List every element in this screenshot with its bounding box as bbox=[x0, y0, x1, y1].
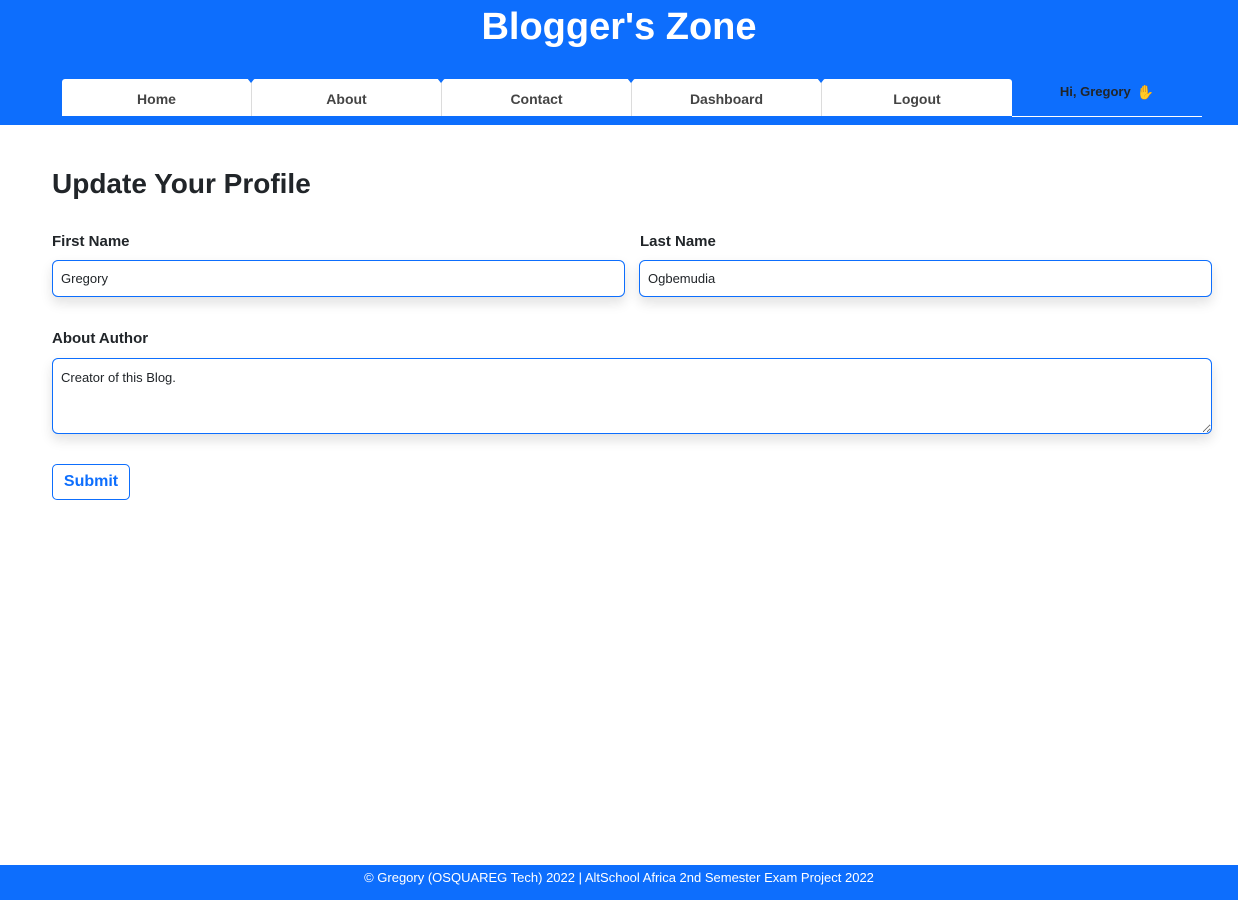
greeting-text: Hi, Gregory bbox=[1059, 84, 1131, 99]
nav-about[interactable]: About bbox=[247, 78, 442, 116]
nav-logout[interactable]: Logout bbox=[817, 78, 1012, 116]
site-footer: © Gregory (OSQUAREG Tech) 2022 | AltScho… bbox=[0, 865, 1238, 900]
nav-contact[interactable]: Contact bbox=[437, 78, 632, 116]
first-name-label: First Name bbox=[52, 233, 130, 250]
main-nav: Home About Contact Dashboard Logout bbox=[62, 78, 1012, 117]
site-header: Blogger's Zone Home About Contact Dashbo… bbox=[0, 0, 1238, 125]
about-author-textarea[interactable]: Creator of this Blog. bbox=[52, 358, 1212, 434]
nav-dashboard[interactable]: Dashboard bbox=[627, 78, 822, 116]
about-author-label: About Author bbox=[52, 330, 149, 347]
waving-hand-icon: ✋ bbox=[1136, 84, 1155, 100]
page-title: Update Your Profile bbox=[52, 168, 311, 199]
user-greeting: Hi, Gregory ✋ bbox=[1012, 79, 1202, 117]
last-name-label: Last Name bbox=[640, 233, 716, 250]
site-title: Blogger's Zone bbox=[481, 6, 757, 48]
first-name-input[interactable] bbox=[52, 260, 625, 297]
nav-home[interactable]: Home bbox=[62, 79, 252, 116]
submit-button[interactable]: Submit bbox=[52, 464, 130, 500]
footer-text: © Gregory (OSQUAREG Tech) 2022 | AltScho… bbox=[364, 870, 874, 885]
last-name-input[interactable] bbox=[639, 260, 1212, 297]
